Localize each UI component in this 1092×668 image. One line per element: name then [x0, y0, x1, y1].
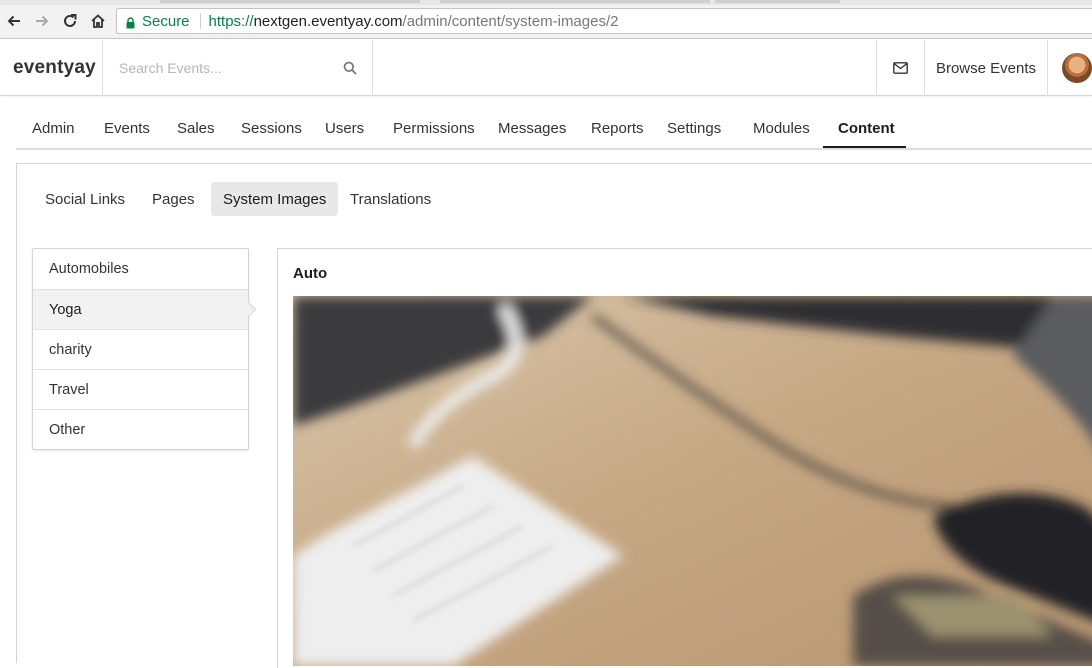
- messages-button[interactable]: [877, 40, 924, 96]
- header-divider: [1047, 40, 1048, 96]
- browser-toolbar: Secure https://nextgen.eventyay.com/admi…: [0, 5, 1092, 39]
- tab-sales[interactable]: Sales: [177, 120, 215, 137]
- tab-admin[interactable]: Admin: [32, 120, 75, 137]
- search-box: [103, 40, 373, 96]
- envelope-icon: [893, 62, 908, 74]
- browse-events-button[interactable]: Browse Events: [925, 40, 1047, 96]
- tab-messages[interactable]: Messages: [498, 120, 566, 137]
- address-bar[interactable]: Secure https://nextgen.eventyay.com/admi…: [116, 8, 1092, 34]
- active-tab-indicator: [823, 146, 906, 148]
- address-divider: [199, 13, 201, 29]
- system-image[interactable]: [293, 296, 1092, 666]
- image-panel: Auto: [277, 248, 1092, 668]
- tab-sessions[interactable]: Sessions: [241, 120, 302, 137]
- reload-icon: [64, 14, 77, 27]
- browser-tab[interactable]: [160, 0, 420, 3]
- tab-events[interactable]: Events: [104, 120, 150, 137]
- brand-logo[interactable]: eventyay: [13, 57, 96, 79]
- search-icon[interactable]: [343, 61, 357, 80]
- category-item-other[interactable]: Other: [33, 409, 248, 449]
- admin-tab-menu: Admin Events Sales Sessions Users Permis…: [16, 96, 1092, 150]
- subtab-pages[interactable]: Pages: [140, 182, 207, 216]
- back-arrow-icon: [7, 15, 20, 27]
- forward-arrow-icon: [36, 15, 49, 27]
- home-icon: [91, 14, 105, 28]
- url-path: /admin/content/system-images/2: [402, 12, 619, 30]
- category-item-automobiles[interactable]: Automobiles: [33, 249, 248, 289]
- lock-icon: [126, 16, 135, 28]
- category-item-charity[interactable]: charity: [33, 329, 248, 369]
- forward-button[interactable]: [32, 11, 52, 31]
- app-header: eventyay Browse Events: [0, 40, 1092, 96]
- content-segment: Social Links Pages System Images Transla…: [16, 163, 1092, 668]
- subtab-social-links[interactable]: Social Links: [33, 182, 137, 216]
- tab-content[interactable]: Content: [838, 120, 895, 137]
- url-scheme: https://: [208, 12, 254, 30]
- avatar[interactable]: [1062, 53, 1092, 83]
- secure-label: Secure: [142, 12, 190, 30]
- tab-modules[interactable]: Modules: [753, 120, 810, 137]
- browser-tab[interactable]: [440, 0, 710, 3]
- home-button[interactable]: [88, 11, 108, 31]
- image-category-menu: Automobiles Yoga charity Travel Other: [32, 248, 249, 450]
- subtab-translations[interactable]: Translations: [338, 182, 443, 216]
- image-panel-title: Auto: [293, 265, 328, 282]
- reload-button[interactable]: [60, 11, 80, 31]
- header-divider: [372, 40, 373, 96]
- tab-reports[interactable]: Reports: [591, 120, 644, 137]
- browser-tab[interactable]: [715, 0, 840, 3]
- blurred-desk-photo: [293, 296, 1092, 666]
- tab-settings[interactable]: Settings: [667, 120, 721, 137]
- url-host: nextgen.eventyay.com: [253, 12, 403, 30]
- category-item-yoga[interactable]: Yoga: [33, 289, 248, 329]
- category-item-travel[interactable]: Travel: [33, 369, 248, 409]
- subtab-system-images[interactable]: System Images: [211, 182, 339, 216]
- back-button[interactable]: [4, 11, 24, 31]
- tab-permissions[interactable]: Permissions: [393, 120, 475, 137]
- search-input[interactable]: [119, 58, 339, 78]
- tab-users[interactable]: Users: [325, 120, 364, 137]
